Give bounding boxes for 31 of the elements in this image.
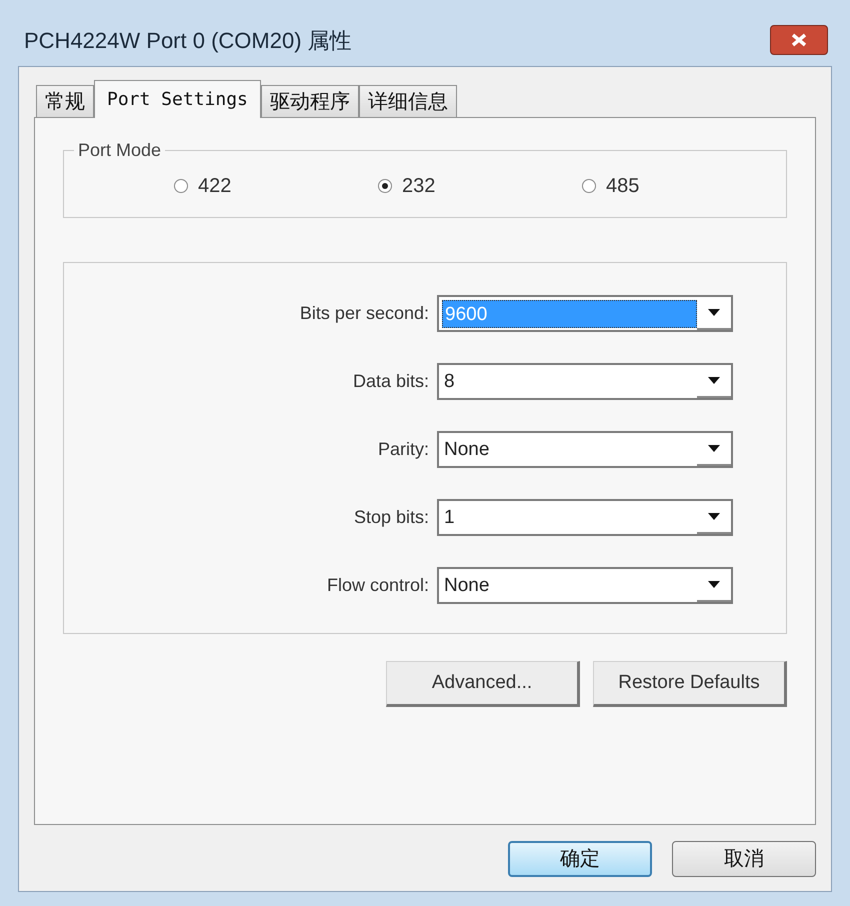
radio-button[interactable] <box>174 179 188 193</box>
dropdown-value: 9600 <box>442 300 697 328</box>
tab[interactable]: 详细信息 <box>358 85 457 117</box>
window-title: PCH4224W Port 0 (COM20) 属性 <box>24 26 352 54</box>
tab[interactable]: 驱动程序 <box>260 85 359 117</box>
field-label: Flow control: <box>326 574 430 597</box>
radio-button[interactable] <box>582 179 596 193</box>
dropdown-field[interactable]: None <box>437 567 733 604</box>
close-icon <box>791 33 807 47</box>
dropdown-value: None <box>443 438 490 462</box>
radio-button[interactable] <box>378 179 392 193</box>
dropdown-value: None <box>443 574 490 598</box>
dropdown-field[interactable]: 1 <box>437 499 733 536</box>
tab[interactable]: Port Settings <box>94 80 261 118</box>
panel-button[interactable]: Restore Defaults <box>593 661 787 707</box>
field-label: Data bits: <box>352 370 430 393</box>
radio-label: 232 <box>402 174 436 199</box>
radio-label: 422 <box>198 174 232 199</box>
field-label: Stop bits: <box>352 506 430 529</box>
dropdown-value: 8 <box>443 370 456 394</box>
tab[interactable]: 常规 <box>36 85 94 117</box>
dropdown-field[interactable]: None <box>437 431 733 468</box>
radio-label: 485 <box>606 174 640 199</box>
dropdown-field[interactable]: 8 <box>437 363 733 400</box>
field-label: Bits per second: <box>298 302 430 325</box>
field-label: Parity: <box>376 438 430 461</box>
dialog-button[interactable]: 取消 <box>672 841 816 877</box>
dialog-button[interactable]: 确定 <box>508 841 652 877</box>
close-button[interactable] <box>770 25 828 55</box>
panel-button[interactable]: Advanced... <box>386 661 580 707</box>
dropdown-value: 1 <box>443 506 456 530</box>
